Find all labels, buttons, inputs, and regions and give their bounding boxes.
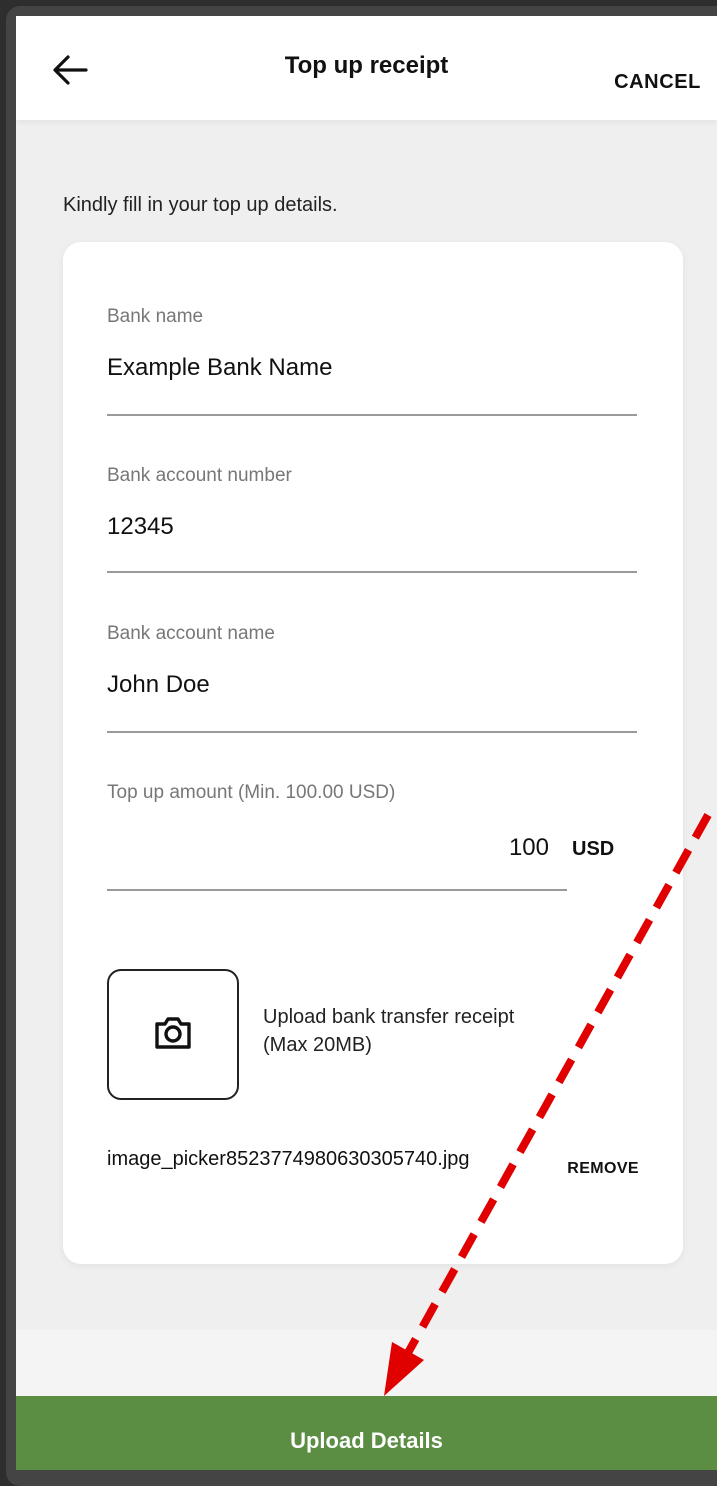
cancel-button[interactable]: CANCEL (614, 71, 701, 94)
upload-receipt-button[interactable] (107, 969, 239, 1100)
account-number-label: Bank account number (107, 465, 292, 486)
account-name-underline (107, 731, 637, 733)
account-name-field[interactable]: Bank account name John Doe (107, 623, 637, 733)
upload-text-line2: (Max 20MB) (263, 1034, 372, 1056)
upload-instructions: Upload bank transfer receipt (Max 20MB) (263, 1003, 643, 1059)
account-number-input[interactable]: 12345 (107, 513, 637, 541)
page-title: Top up receipt (284, 52, 449, 79)
form-card: Bank name Example Bank Name Bank account… (63, 242, 683, 1264)
upload-details-button[interactable]: Upload Details (16, 1396, 717, 1470)
account-name-label: Bank account name (107, 623, 275, 644)
remove-file-button[interactable]: REMOVE (567, 1160, 639, 1178)
app-screen: Top up receipt CANCEL Kindly fill in you… (16, 16, 717, 1470)
account-name-input[interactable]: John Doe (107, 671, 637, 699)
bank-name-input[interactable]: Example Bank Name (107, 354, 637, 382)
uploaded-file-name: image_picker8523774980630305740.jpg (107, 1148, 470, 1170)
intro-text: Kindly fill in your top up details. (63, 194, 338, 216)
bank-name-underline (107, 414, 637, 416)
top-app-bar: Top up receipt CANCEL (16, 16, 717, 120)
amount-label: Top up amount (Min. 100.00 USD) (107, 782, 396, 803)
upload-text-line1: Upload bank transfer receipt (263, 1006, 515, 1028)
bank-name-label: Bank name (107, 306, 204, 327)
amount-input[interactable]: 100 (509, 834, 549, 862)
account-number-field[interactable]: Bank account number 12345 (107, 465, 637, 573)
camera-icon (155, 1017, 191, 1049)
account-number-underline (107, 571, 637, 573)
amount-field[interactable]: Top up amount (Min. 100.00 USD) 100 USD (107, 782, 637, 891)
amount-unit: USD (572, 838, 615, 860)
amount-underline (107, 889, 567, 891)
bank-name-field[interactable]: Bank name Example Bank Name (107, 306, 637, 416)
